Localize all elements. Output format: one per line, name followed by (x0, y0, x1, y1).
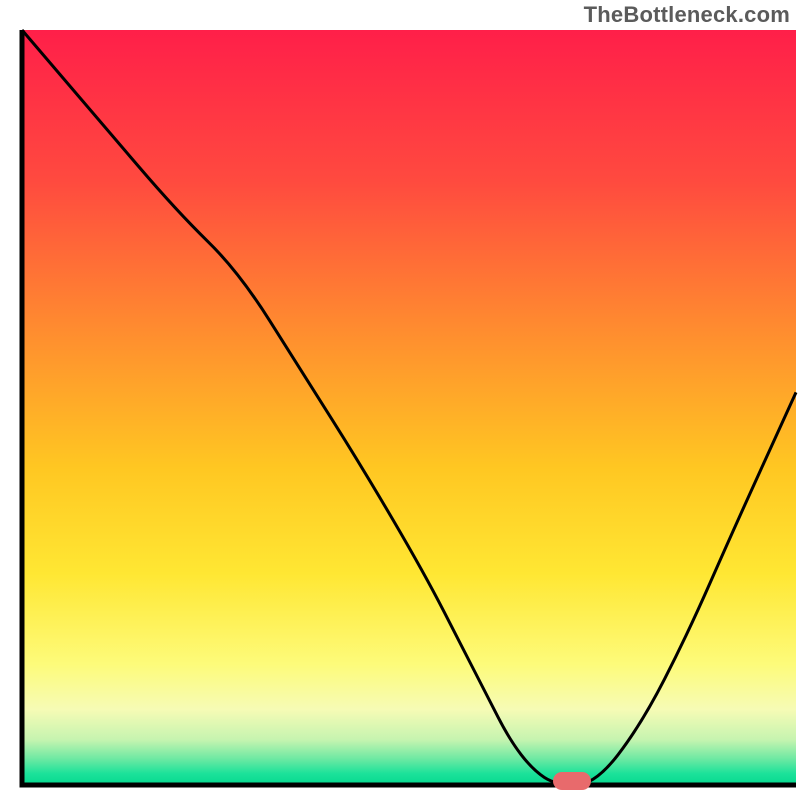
chart-container: TheBottleneck.com (0, 0, 800, 800)
optimal-point-marker (553, 772, 591, 790)
plot-background (22, 30, 796, 785)
bottleneck-chart (0, 0, 800, 800)
attribution-label: TheBottleneck.com (584, 2, 790, 28)
